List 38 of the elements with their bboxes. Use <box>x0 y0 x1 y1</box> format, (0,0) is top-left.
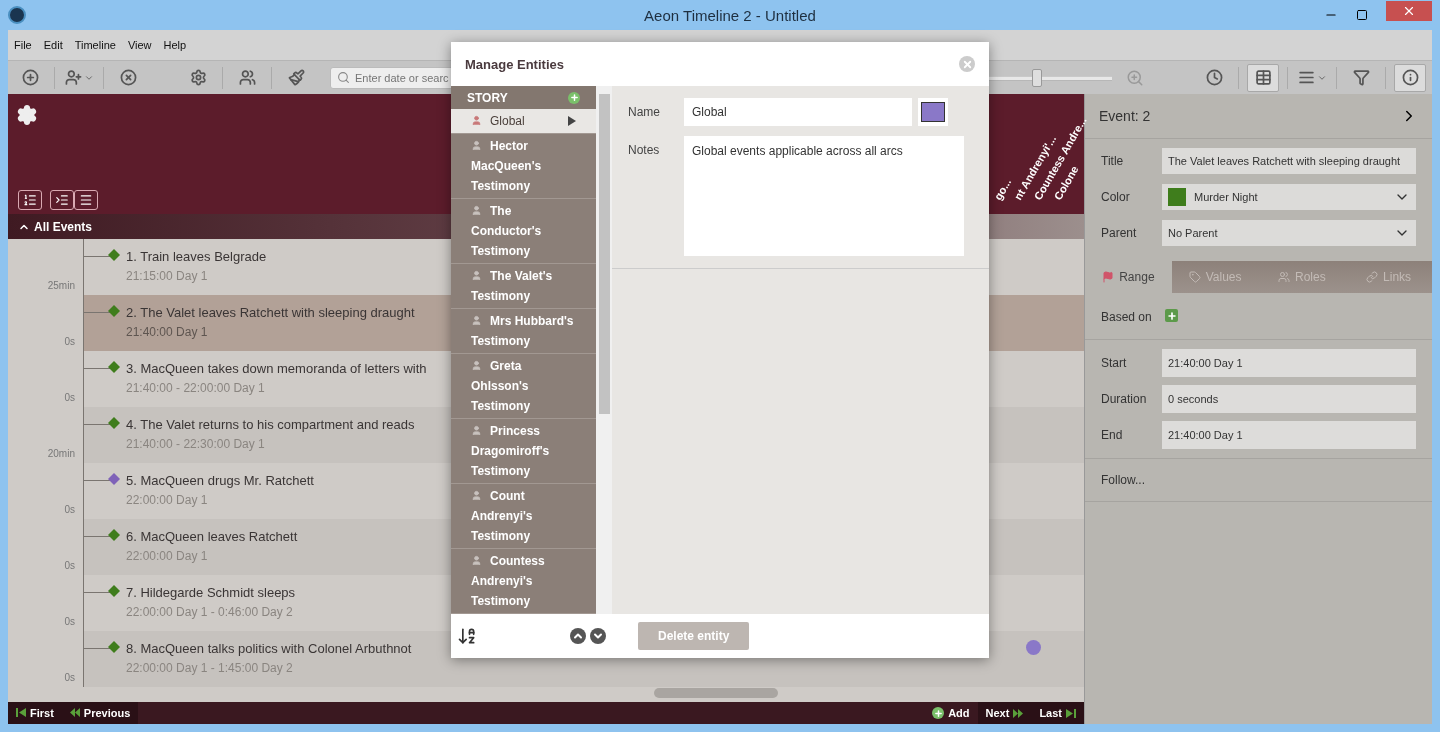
gap-label: 0s <box>64 392 75 403</box>
gap-label: 25min <box>47 280 75 291</box>
field-label: Notes <box>628 142 661 157</box>
gap-label: 0s <box>64 504 75 515</box>
event-time: 22:00:00 Day 1 - 1:45:00 Day 2 <box>126 661 294 675</box>
gap-label: 0s <box>64 672 75 683</box>
event-title: 7. Hildegarde Schmidt sleeps <box>126 585 296 600</box>
event-title: 3. MacQueen takes down memoranda of letters with <box>126 361 427 376</box>
event-time: 22:00:00 Day 1 <box>126 493 209 507</box>
inspector-heading: Event: 2 <box>1099 108 1151 124</box>
field-label: Color <box>1101 190 1131 204</box>
event-time: 21:15:00 Day 1 <box>126 269 209 283</box>
field-label: Duration <box>1101 392 1148 406</box>
field-label: Title <box>1101 154 1125 168</box>
field-label: Start <box>1101 356 1128 370</box>
field-label: Based on <box>1101 309 1153 325</box>
field-label: Name <box>628 104 661 119</box>
event-title: 4. The Valet returns to his compartment and reads <box>126 417 415 432</box>
gap-label: 0s <box>64 560 75 571</box>
window-title: Aeon Timeline 2 - Untitled <box>643 6 817 24</box>
event-title: 5. MacQueen drugs Mr. Ratchett <box>126 473 314 488</box>
gap-label: 0s <box>64 616 75 627</box>
event-time: 22:00:00 Day 1 <box>126 549 209 563</box>
event-time: 21:40:00 - 22:00:00 Day 1 <box>126 381 266 395</box>
event-time: 21:40:00 - 22:30:00 Day 1 <box>126 437 266 451</box>
event-title: 1. Train leaves Belgrade <box>126 249 267 264</box>
event-time: 21:40:00 Day 1 <box>126 325 209 339</box>
dialog-title: Manage Entities <box>465 56 564 72</box>
section-label: STORY <box>467 90 508 105</box>
event-title: 8. MacQueen talks politics with Colonel Arbuthnot <box>126 641 412 656</box>
event-title: 2. The Valet leaves Ratchett with sleeping draught <box>126 305 415 320</box>
group-label: All Events <box>34 219 93 234</box>
event-time: 22:00:00 Day 1 - 0:46:00 Day 2 <box>126 605 294 619</box>
field-label: Parent <box>1101 226 1138 240</box>
gap-label: 20min <box>47 448 75 459</box>
event-title: 6. MacQueen leaves Ratchett <box>126 529 298 544</box>
gap-label: 0s <box>64 336 75 347</box>
field-label: End <box>1101 428 1124 442</box>
